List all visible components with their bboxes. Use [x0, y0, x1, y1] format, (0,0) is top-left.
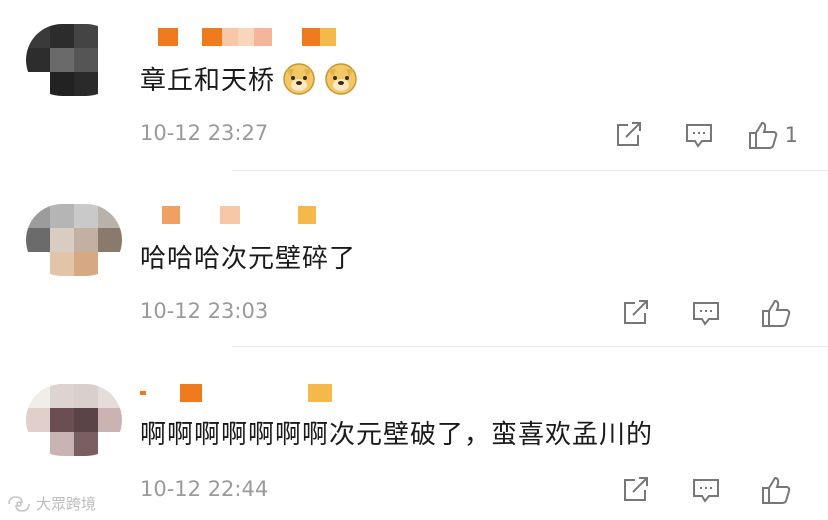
like-button[interactable]: [754, 472, 798, 508]
watermark-logo-icon: [8, 495, 30, 512]
share-icon: [624, 477, 648, 501]
like-button[interactable]: [754, 295, 798, 331]
comment-text: 章丘和天桥: [140, 58, 359, 98]
avatar[interactable]: [26, 24, 122, 96]
thumbs-up-icon: [748, 121, 777, 149]
comment-text: 啊啊啊啊啊啊啊次元壁破了，蛮喜欢孟川的: [140, 412, 653, 452]
thumbs-up-icon: [762, 476, 791, 504]
watermark-text: 大眾跨境: [36, 495, 97, 513]
comment-text: 哈哈哈次元壁碎了: [140, 236, 356, 276]
comment-text-body: 章丘和天桥: [140, 65, 276, 96]
thumbs-up-icon: [762, 299, 791, 327]
comment-text-body: 啊啊啊啊啊啊啊次元壁破了，蛮喜欢孟川的: [140, 419, 654, 450]
comment-time: 10-12 23:03: [140, 299, 269, 323]
share-button[interactable]: [614, 472, 658, 508]
comment-actions: [588, 472, 798, 508]
divider: [232, 170, 828, 171]
comment-time: 10-12 23:27: [140, 121, 269, 145]
username[interactable]: [140, 28, 336, 46]
avatar[interactable]: [26, 384, 122, 456]
share-icon: [624, 300, 648, 324]
doge-icon: [283, 63, 315, 95]
divider: [232, 346, 828, 347]
avatar[interactable]: [26, 204, 122, 276]
share-icon: [616, 122, 641, 146]
username[interactable]: [140, 384, 332, 402]
comment-icon: [693, 302, 719, 326]
comment-button[interactable]: [684, 295, 728, 331]
comment-actions: 1: [581, 117, 798, 153]
comment-icon: [685, 124, 712, 148]
username[interactable]: [140, 206, 316, 224]
comment-button[interactable]: [677, 117, 721, 153]
comment-text-body: 哈哈哈次元壁碎了: [140, 243, 357, 274]
doge-icon: [325, 63, 357, 95]
share-button[interactable]: [607, 117, 651, 153]
like-count: 1: [784, 123, 798, 147]
watermark: 大眾跨境: [6, 493, 96, 514]
comment-button[interactable]: [684, 472, 728, 508]
comment-actions: [588, 295, 798, 331]
share-button[interactable]: [614, 295, 658, 331]
comment-icon: [693, 479, 719, 503]
like-button[interactable]: 1: [747, 117, 798, 153]
comment-time: 10-12 22:44: [140, 477, 269, 501]
